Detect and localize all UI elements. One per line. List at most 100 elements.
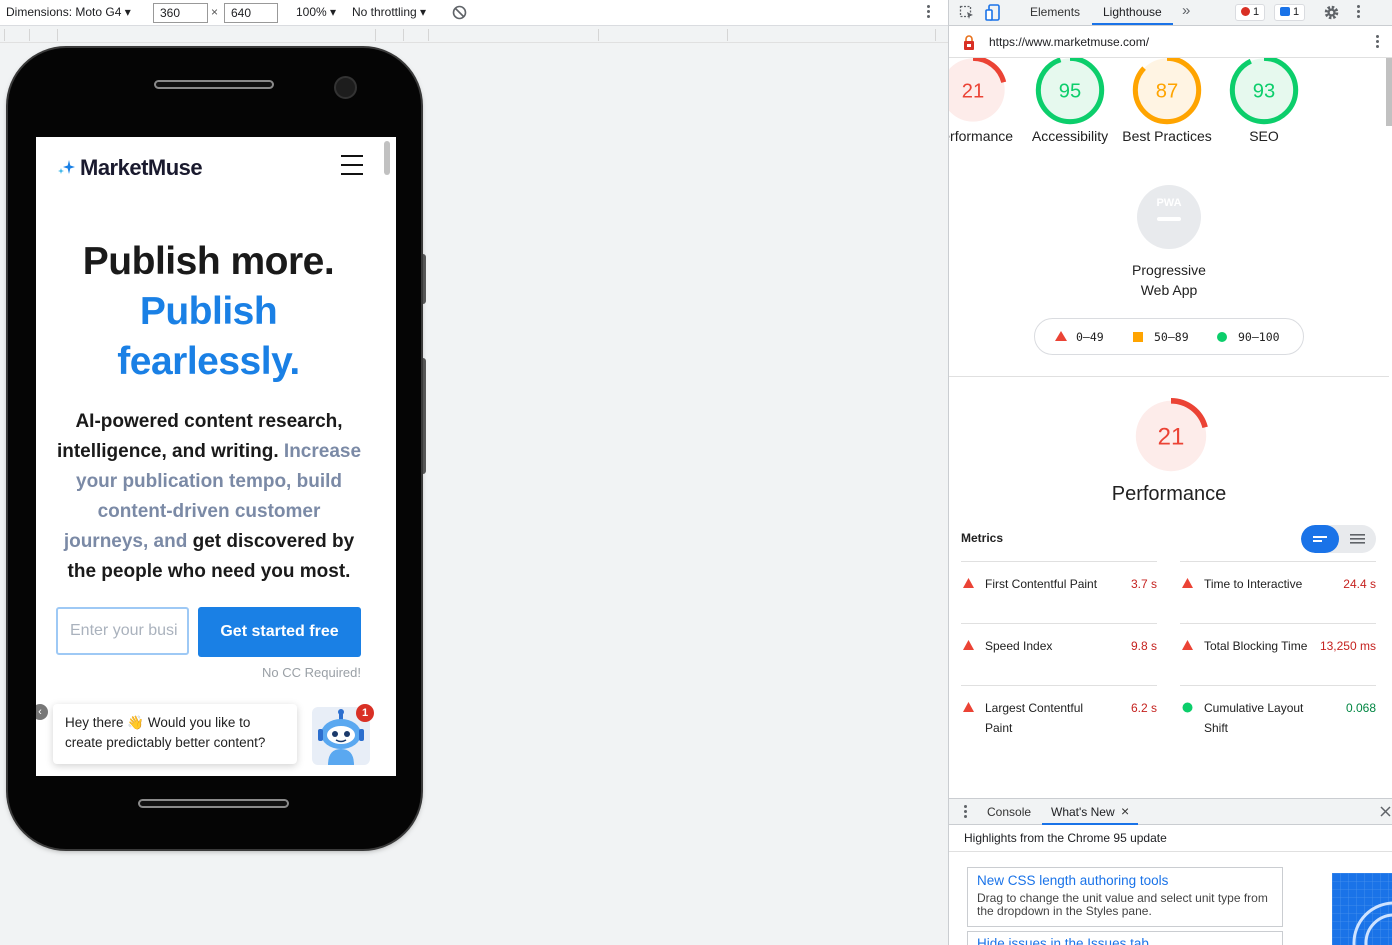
chat-bubble[interactable]: Hey there 👋 Would you like to create pre… <box>53 704 297 764</box>
marketmuse-logo[interactable]: MarketMuse <box>56 155 203 181</box>
viewport-width-input[interactable]: 360 <box>153 3 208 23</box>
metric-total-blocking-time-value: 13,250 ms <box>1319 639 1376 653</box>
legend-fail: 0–49 <box>1055 330 1104 344</box>
lighthouse-report: 21 Performance 95 Accessibility 87 Best Pract… <box>949 58 1389 798</box>
expanded-lines-icon[interactable] <box>1339 525 1376 553</box>
phone-bottom-bar <box>138 799 289 808</box>
lighthouse-url-bar: https://www.marketmuse.com/ <box>949 27 1392 58</box>
gauge-best-practices[interactable]: 87 Best Practices <box>1117 58 1217 146</box>
active-tab-indicator <box>1092 23 1173 25</box>
chat-close-icon[interactable]: ‹ <box>36 704 48 720</box>
messages-badge[interactable]: 1 <box>1274 4 1306 21</box>
gauge-best-practices-score: 87 <box>1156 80 1178 102</box>
metrics-view-toggle[interactable] <box>1301 525 1376 553</box>
dimension-separator: × <box>211 5 219 19</box>
metric-cumulative-layout-shift: Cumulative Layout Shift 0.068 <box>1180 685 1376 747</box>
score-legend: 0–49 50–89 90–100 <box>1034 318 1304 355</box>
pwa-badge-icon: PWA <box>1137 185 1201 249</box>
message-icon <box>1280 7 1290 16</box>
more-tabs-icon[interactable]: » <box>1182 2 1190 19</box>
close-drawer-icon[interactable] <box>1380 806 1391 817</box>
legend-average-range: 50–89 <box>1154 330 1189 344</box>
hero-line-1: Publish more. <box>82 240 335 283</box>
whats-new-card[interactable]: New CSS length authoring tools Drag to c… <box>967 867 1283 927</box>
device-dimensions-select[interactable]: Dimensions: Moto G4 ▾ <box>6 5 131 19</box>
fail-triangle-icon <box>1182 578 1193 588</box>
pwa-gauge[interactable]: PWA Progressive Web App <box>1119 184 1219 300</box>
pwa-label: Progressive Web App <box>1132 262 1206 298</box>
metric-largest-contentful-paint-name: Largest Contentful Paint <box>985 701 1084 735</box>
gear-icon[interactable] <box>1323 4 1340 21</box>
gauge-performance[interactable]: 21 Performance <box>949 58 1023 146</box>
sparkle-icon <box>58 160 75 174</box>
section-divider <box>949 376 1389 377</box>
lighthouse-menu-icon[interactable] <box>1376 35 1380 51</box>
gauge-accessibility[interactable]: 95 Accessibility <box>1020 58 1120 146</box>
media-query-ruler[interactable] <box>0 27 948 43</box>
device-toolbar: Dimensions: Moto G4 ▾ 360 × 640 100% ▾ N… <box>0 0 948 26</box>
gauge-seo[interactable]: 93 SEO <box>1214 58 1314 146</box>
tab-lighthouse[interactable]: Lighthouse <box>1103 5 1162 19</box>
rotate-icon[interactable] <box>451 4 468 21</box>
gauge-accessibility-score: 95 <box>1059 80 1081 102</box>
close-whats-new-icon[interactable]: × <box>1121 803 1129 819</box>
tab-elements[interactable]: Elements <box>1030 5 1080 19</box>
tab-whats-new[interactable]: What's New <box>1051 805 1115 819</box>
whats-new-card-link[interactable]: New CSS length authoring tools <box>977 873 1273 888</box>
zoom-select[interactable]: 100% ▾ <box>296 5 336 19</box>
report-scrollbar[interactable] <box>1386 58 1392 126</box>
metric-time-to-interactive-name: Time to Interactive <box>1204 577 1303 591</box>
inspect-element-icon[interactable] <box>959 5 975 21</box>
errors-badge[interactable]: 1 <box>1235 4 1266 21</box>
whats-new-card-desc: Drag to change the unit value and select… <box>977 891 1268 918</box>
viewport-height-input[interactable]: 640 <box>224 3 278 23</box>
gauge-performance-score: 21 <box>962 80 984 102</box>
performance-large-gauge: 21 <box>1131 396 1211 481</box>
hero-headline: Publish more. Publish fearlessly. <box>36 237 381 387</box>
metric-largest-contentful-paint: Largest Contentful Paint 6.2 s <box>961 685 1157 747</box>
fail-triangle-icon <box>963 640 974 650</box>
errors-count: 1 <box>1253 6 1260 18</box>
hamburger-menu-icon[interactable] <box>341 155 363 175</box>
metric-first-contentful-paint-name: First Contentful Paint <box>985 577 1098 591</box>
whats-new-panel: Highlights from the Chrome 95 update New… <box>949 825 1392 945</box>
device-toolbar-more-icon[interactable] <box>927 5 931 21</box>
metric-total-blocking-time-name: Total Blocking Time <box>1204 639 1308 653</box>
compact-view-option[interactable] <box>1301 525 1339 553</box>
metric-total-blocking-time: Total Blocking Time 13,250 ms <box>1180 623 1376 685</box>
business-email-input[interactable]: Enter your busi <box>56 607 189 655</box>
devtools-tabbar: Elements Lighthouse » 1 1 <box>949 0 1392 26</box>
whats-new-thumbnail[interactable] <box>1332 873 1392 945</box>
metric-speed-index-name: Speed Index <box>985 639 1053 653</box>
hero-line-2: Publish <box>139 290 278 333</box>
legend-average: 50–89 <box>1133 330 1189 344</box>
performance-large-ring: 21 <box>1133 398 1209 474</box>
metric-largest-contentful-paint-value: 6.2 s <box>1130 701 1157 715</box>
emulated-page: MarketMuse Publish more. Publish fearles… <box>36 137 396 776</box>
page-scrollbar[interactable] <box>384 141 390 175</box>
fail-triangle-icon <box>963 578 974 588</box>
performance-section-title: Performance <box>1111 483 1227 505</box>
gauge-performance-ring: 21 <box>949 58 1008 125</box>
gauge-accessibility-ring: 95 <box>1035 58 1105 125</box>
whats-new-card[interactable]: Hide issues in the Issues tab <box>967 931 1283 945</box>
whats-new-card-link[interactable]: Hide issues in the Issues tab <box>977 936 1273 945</box>
device-toggle-icon[interactable] <box>985 4 1001 22</box>
get-started-button[interactable]: Get started free <box>198 607 361 657</box>
performance-large-score: 21 <box>1158 424 1185 451</box>
messages-count: 1 <box>1293 6 1300 18</box>
metric-cumulative-layout-shift-value: 0.068 <box>1345 701 1376 715</box>
throttling-select[interactable]: No throttling ▾ <box>352 5 426 19</box>
compact-lines-icon <box>1313 536 1327 542</box>
drawer-tabbar: Console What's New × <box>949 798 1392 825</box>
metric-speed-index: Speed Index 9.8 s <box>961 623 1157 685</box>
tab-console[interactable]: Console <box>987 805 1031 819</box>
drawer-menu-icon[interactable] <box>964 805 968 821</box>
square-icon <box>1133 332 1143 342</box>
devtools-panel: Elements Lighthouse » 1 1 https://www.ma… <box>948 0 1392 945</box>
error-icon <box>1241 7 1250 16</box>
gauge-seo-score: 93 <box>1253 80 1275 102</box>
devtools-menu-icon[interactable] <box>1357 5 1361 21</box>
legend-pass: 90–100 <box>1217 330 1280 344</box>
gauge-accessibility-label: Accessibility <box>1031 128 1109 144</box>
